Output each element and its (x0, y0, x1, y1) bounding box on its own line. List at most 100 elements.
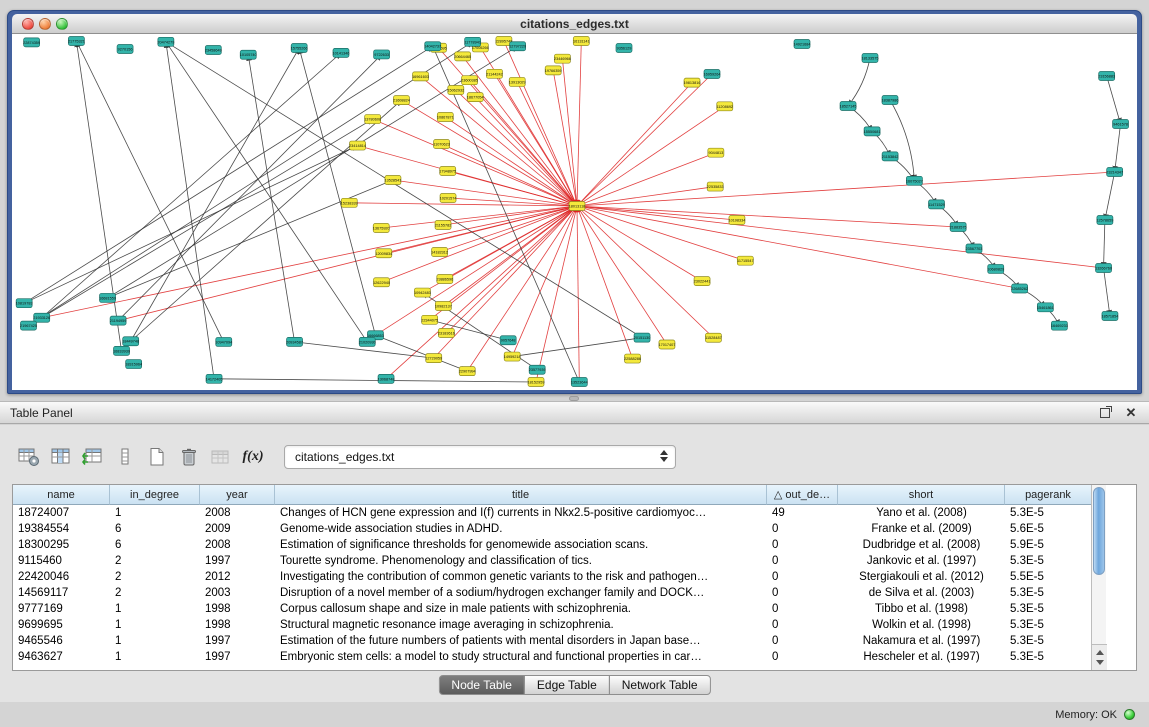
graph-node[interactable]: 12009834 (375, 249, 392, 258)
graph-edge[interactable] (577, 206, 1104, 268)
graph-edge[interactable] (512, 338, 642, 357)
graph-edge[interactable] (1105, 172, 1115, 220)
graph-node[interactable]: 21155782 (435, 221, 452, 230)
graph-edge[interactable] (456, 90, 577, 206)
column-header-in_degree[interactable]: in_degree (110, 485, 200, 505)
graph-edge[interactable] (445, 206, 577, 279)
graph-node[interactable]: 15461861 (1037, 303, 1054, 312)
graph-node[interactable]: 14172405 (206, 374, 223, 383)
graph-node[interactable]: 10105740 (240, 50, 257, 59)
graph-edge[interactable] (512, 206, 577, 357)
graph-node[interactable]: 12578659 (1096, 216, 1113, 225)
graph-node[interactable]: 13913029 (509, 77, 526, 86)
graph-node[interactable]: 18387986 (882, 96, 899, 105)
graph-node[interactable]: 20474279 (157, 37, 174, 46)
minimize-traffic-light-icon[interactable] (39, 18, 51, 30)
column-header-year[interactable]: year (200, 485, 275, 505)
graph-edge[interactable] (577, 206, 633, 359)
column-header-pagerank[interactable]: pagerank (1005, 485, 1092, 505)
graph-node[interactable]: 17017407 (658, 340, 675, 349)
graph-edge[interactable] (434, 206, 577, 358)
graph-node[interactable]: 23458649 (205, 45, 222, 54)
column-display-button[interactable] (46, 444, 76, 470)
graph-node[interactable]: 22685262 (1011, 284, 1028, 293)
graph-node[interactable]: 13068748 (378, 374, 395, 383)
graph-node[interactable]: 14182312 (431, 248, 448, 257)
graph-edge[interactable] (131, 100, 402, 341)
graph-node[interactable]: 23446966 (554, 54, 571, 63)
table-row[interactable]: 946554611997Estimation of the future num… (13, 633, 1136, 649)
graph-node[interactable]: 16961603 (412, 72, 429, 81)
graph-edge[interactable] (1107, 76, 1121, 124)
graph-node[interactable]: 21144242 (486, 69, 503, 78)
graph-node[interactable]: 21153842 (882, 152, 899, 161)
table-row[interactable]: 2242004622012Investigating the contribut… (13, 569, 1136, 585)
graph-node[interactable]: 18315964 (125, 360, 142, 369)
graph-edge[interactable] (577, 106, 725, 206)
graph-edge[interactable] (577, 206, 737, 220)
graph-node[interactable]: 13266760 (1095, 264, 1112, 273)
graph-edge[interactable] (553, 70, 577, 206)
graph-edge[interactable] (577, 153, 716, 206)
column-header-name[interactable]: name (13, 485, 110, 505)
graph-edge[interactable] (349, 203, 577, 206)
graph-node[interactable]: 22907994 (459, 367, 476, 376)
graph-node[interactable]: 14921684 (794, 40, 811, 49)
graph-node[interactable]: 16469233 (1051, 321, 1068, 330)
graph-edge[interactable] (131, 48, 300, 341)
graph-edge[interactable] (1104, 268, 1110, 316)
table-row[interactable]: 1938455462009Genome-wide association stu… (13, 521, 1136, 537)
graph-node[interactable]: 11208692 (716, 102, 733, 111)
graph-edge[interactable] (401, 100, 577, 206)
scrollbar-thumb[interactable] (1093, 487, 1105, 575)
table-row[interactable]: 911546021997Tourette syndrome. Phenomeno… (13, 553, 1136, 569)
graph-node[interactable]: 13528541 (384, 176, 401, 185)
import-table-button[interactable] (206, 444, 236, 470)
graph-node[interactable]: 10867871 (437, 113, 454, 122)
function-builder-button[interactable]: f(x) (238, 444, 268, 470)
new-table-button[interactable] (142, 444, 172, 470)
graph-node[interactable]: 12797229 (509, 42, 526, 51)
scroll-up-icon[interactable] (1096, 650, 1104, 655)
graph-node[interactable]: 10680829 (987, 264, 1004, 273)
graph-edge[interactable] (42, 53, 341, 318)
graph-node[interactable]: 15550681 (864, 127, 881, 136)
graph-node[interactable]: 18527145 (840, 102, 857, 111)
graph-node[interactable]: 23600385 (461, 76, 478, 85)
graph-node[interactable]: 16131141 (573, 37, 590, 46)
graph-edge[interactable] (577, 74, 712, 206)
graph-node[interactable]: 11778941 (464, 37, 481, 46)
graph-node[interactable]: 13523644 (571, 378, 588, 387)
zoom-traffic-light-icon[interactable] (56, 18, 68, 30)
close-traffic-light-icon[interactable] (22, 18, 34, 30)
graph-edge[interactable] (42, 206, 577, 318)
column-header-title[interactable]: title (275, 485, 767, 505)
tab-network-table[interactable]: Network Table (609, 675, 711, 695)
graph-node[interactable]: 21194959 (110, 316, 127, 325)
graph-node[interactable]: 10947094 (215, 337, 232, 346)
graph-edge[interactable] (430, 206, 577, 320)
graph-node[interactable]: 10198334 (728, 215, 745, 224)
graph-node[interactable]: 9057648 (500, 336, 516, 345)
graph-node[interactable]: 22344075 (421, 315, 438, 324)
graph-edge[interactable] (577, 206, 579, 382)
graph-edge[interactable] (446, 206, 577, 333)
graph-node[interactable]: 23577939 (529, 365, 546, 374)
graph-edge[interactable] (1115, 124, 1121, 172)
graph-node[interactable]: 10141346 (333, 48, 350, 57)
graph-node[interactable]: 23414814 (349, 141, 366, 150)
graph-edge[interactable] (1104, 220, 1105, 268)
close-panel-button[interactable]: ✕ (1123, 405, 1139, 421)
graph-node[interactable]: 20151130 (634, 333, 651, 342)
graph-node[interactable]: 11471529 (928, 200, 945, 209)
table-row[interactable]: 969969511998Structural magnetic resonanc… (13, 617, 1136, 633)
graph-edge[interactable] (577, 187, 715, 206)
graph-node[interactable]: 19813816 (684, 78, 701, 87)
graph-node[interactable]: 9270156 (117, 44, 133, 53)
network-window-titlebar[interactable]: citations_edges.txt (12, 14, 1137, 34)
table-row[interactable]: 1456911722003Disruption of a novel membe… (13, 585, 1136, 601)
graph-node[interactable]: 9356129 (616, 44, 632, 53)
graph-node[interactable]: 21933126 (33, 313, 50, 322)
graph-node[interactable]: 18013118 (569, 202, 586, 211)
graph-node[interactable]: 16833939 (113, 346, 130, 355)
